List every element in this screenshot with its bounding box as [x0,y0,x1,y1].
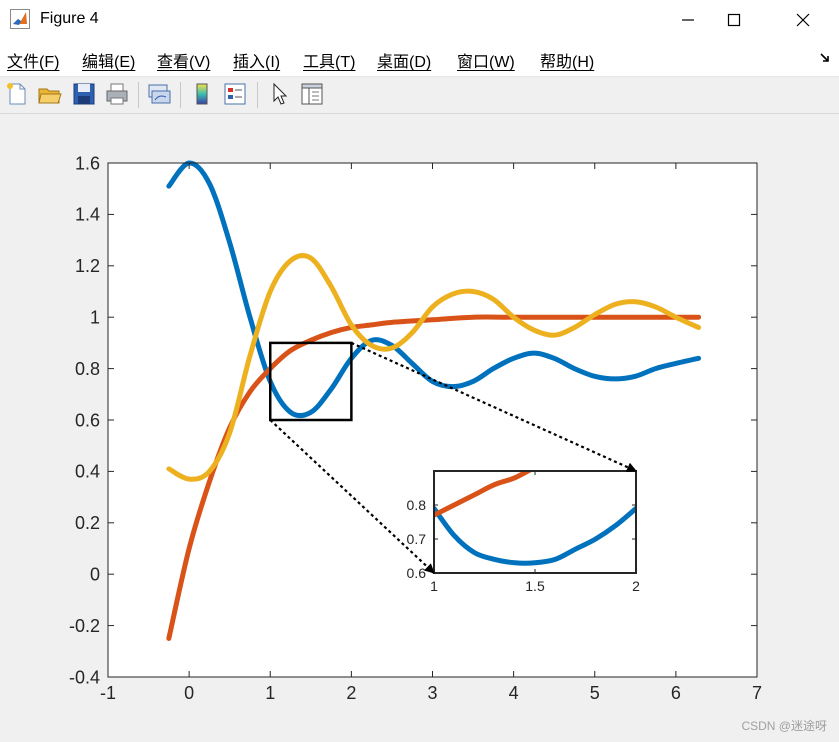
main-y-tick-label: -0.4 [69,667,100,687]
menu-insert[interactable]: 插入(I) [233,48,280,72]
link-plot-icon[interactable] [146,81,172,107]
inset-plot-area [434,471,636,573]
pointer-icon[interactable] [266,81,292,107]
title-bar: Figure 4 [0,0,839,40]
menu-file[interactable]: 文件(F) [7,48,59,72]
inset-y-tick-label: 0.7 [407,531,427,547]
main-y-tick-label: 1.2 [75,256,100,276]
toolbar [0,77,839,114]
main-y-tick-label: 0.8 [75,359,100,379]
main-y-tick-label: -0.2 [69,616,100,636]
main-x-tick-label: 7 [752,683,762,703]
main-x-tick-label: 4 [509,683,519,703]
main-x-tick-label: 2 [346,683,356,703]
legend-icon[interactable] [222,81,248,107]
main-x-tick-label: 5 [590,683,600,703]
inset-x-tick-label: 1.5 [525,578,545,594]
dock-arrow-icon[interactable] [819,52,831,64]
menu-edit[interactable]: 编辑(E) [82,48,135,72]
main-x-tick-label: 0 [184,683,194,703]
menu-window[interactable]: 窗口(W) [457,48,515,72]
close-icon [796,13,810,27]
chart: -1 0 1 2 3 4 5 6 7 -0.4 -0.2 0 0.2 0.4 0.6 0.8 1 1.2 1.4 1.… [69,153,762,703]
main-x-tick-label: -1 [100,683,116,703]
main-x-tick-label: 6 [671,683,681,703]
colorbar-icon[interactable] [189,81,215,107]
toolbar-separator [257,82,258,108]
main-x-tick-label: 1 [265,683,275,703]
watermark: CSDN @迷途呀 [741,719,827,733]
close-button[interactable] [780,0,826,40]
main-y-tick-label: 0.2 [75,513,100,533]
menu-help[interactable]: 帮助(H) [540,48,594,72]
open-icon[interactable] [37,81,63,107]
main-y-tick-label: 1 [90,308,100,328]
maximize-button[interactable] [711,0,757,40]
inset-y-tick-label: 0.8 [407,497,427,513]
new-figure-icon[interactable] [4,81,30,107]
minimize-icon [682,19,694,21]
menu-tools[interactable]: 工具(T) [303,48,355,72]
save-icon[interactable] [71,81,97,107]
maximize-icon [727,13,741,27]
main-plot-area [108,163,757,677]
property-inspector-icon[interactable] [299,81,325,107]
main-x-tick-label: 3 [427,683,437,703]
figure-canvas[interactable]: -1 0 1 2 3 4 5 6 7 -0.4 -0.2 0 0.2 0.4 0.6 0.8 1 1.2 1.4 1.… [0,114,839,742]
menu-view[interactable]: 查看(V) [157,48,210,72]
main-y-tick-label: 0.6 [75,410,100,430]
menu-bar: 文件(F) 编辑(E) 查看(V) 插入(I) 工具(T) 桌面(D) 窗口(W… [0,40,839,77]
main-y-tick-label: 0 [90,565,100,585]
print-icon[interactable] [104,81,130,107]
matlab-logo-icon [10,9,30,29]
inset-y-tick-label: 0.6 [407,565,427,581]
main-y-tick-label: 1.4 [75,205,100,225]
inset-x-tick-label: 1 [430,578,438,594]
menu-desktop[interactable]: 桌面(D) [377,48,431,72]
inset-x-tick-label: 2 [632,578,640,594]
minimize-button[interactable] [665,0,711,40]
main-y-tick-label: 0.4 [75,462,100,482]
window-title: Figure 4 [40,10,99,27]
main-y-tick-label: 1.6 [75,153,100,173]
toolbar-separator [180,82,181,108]
toolbar-separator [138,82,139,108]
